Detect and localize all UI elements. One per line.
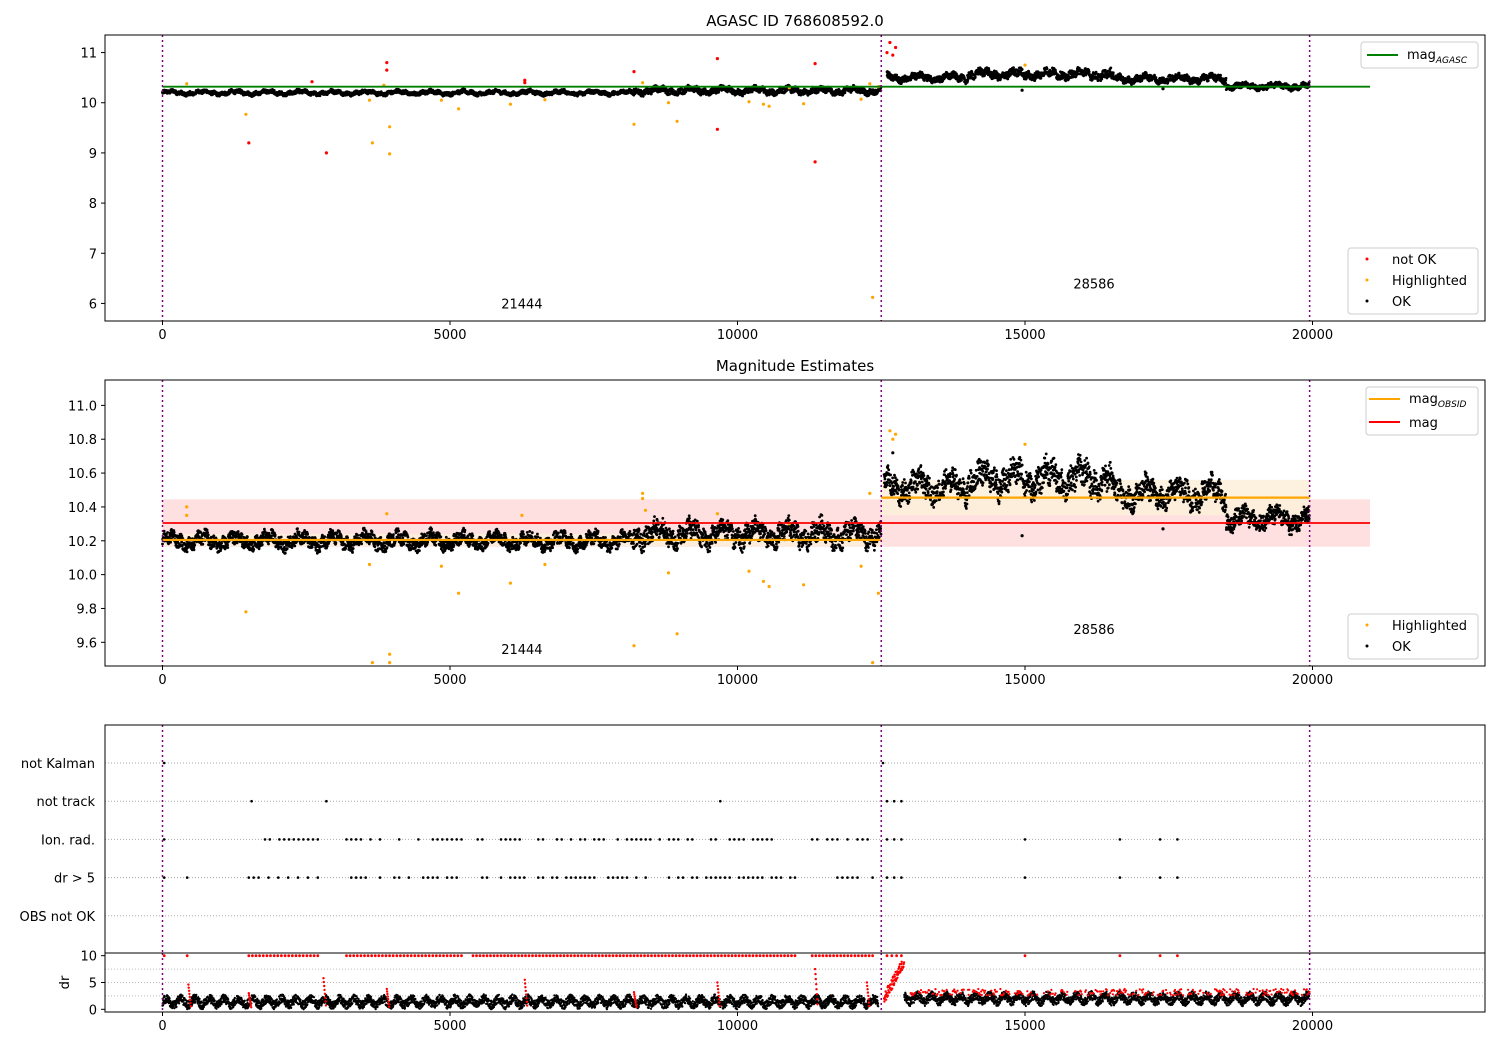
ok-point xyxy=(1006,77,1010,81)
ok-point xyxy=(1206,79,1210,83)
ok-point xyxy=(1224,76,1228,80)
ok-point xyxy=(1094,70,1098,74)
ok-point xyxy=(1154,76,1158,79)
ok-point xyxy=(1109,66,1113,70)
highlighted-point xyxy=(244,112,248,116)
ok-point xyxy=(633,92,637,96)
ok-point xyxy=(1100,77,1104,81)
highlighted-point xyxy=(675,119,679,123)
ok-point xyxy=(1045,67,1049,71)
ok-point xyxy=(1020,68,1024,71)
ok-point xyxy=(1177,71,1181,75)
ok-point xyxy=(641,94,645,98)
highlighted-point xyxy=(632,122,636,126)
highlighted-point xyxy=(508,102,512,106)
highlighted-point xyxy=(543,98,547,102)
ok-point xyxy=(1224,81,1227,85)
highlighted-point xyxy=(370,141,374,145)
highlighted-point xyxy=(871,295,875,299)
ok-point xyxy=(895,73,899,77)
highlighted-point xyxy=(767,104,771,108)
highlighted-point xyxy=(761,102,766,106)
highlighted-point xyxy=(802,102,806,106)
highlighted-point xyxy=(1023,63,1027,67)
highlighted-point xyxy=(185,82,189,86)
ok-point xyxy=(1012,66,1015,70)
highlighted-point xyxy=(367,98,372,102)
ok-point xyxy=(843,91,847,95)
ok-point xyxy=(973,75,977,79)
highlighted-point xyxy=(457,107,461,111)
ok-point xyxy=(1020,88,1024,92)
highlighted-point xyxy=(868,82,872,86)
highlighted-point xyxy=(439,98,443,102)
panel1-title: AGASC ID 768608592.0 xyxy=(706,12,884,30)
highlighted-point xyxy=(388,152,392,156)
highlighted-point xyxy=(388,125,392,129)
not-ok-point xyxy=(247,141,251,145)
ok-point xyxy=(272,89,276,92)
ok-point xyxy=(1111,71,1115,75)
figure: AGASC ID 768608592.0 21444285860 5000 1000… xyxy=(0,0,1500,1050)
not-ok-point xyxy=(310,80,314,84)
ok-point xyxy=(1087,70,1091,74)
highlighted-point xyxy=(747,100,751,104)
highlighted-point xyxy=(641,81,645,85)
ok-point xyxy=(765,94,769,97)
not-ok-point xyxy=(324,151,328,155)
highlighted-point xyxy=(859,97,863,101)
not-ok-point xyxy=(385,61,389,65)
ok-point xyxy=(1219,73,1222,77)
highlighted-point xyxy=(666,101,671,105)
